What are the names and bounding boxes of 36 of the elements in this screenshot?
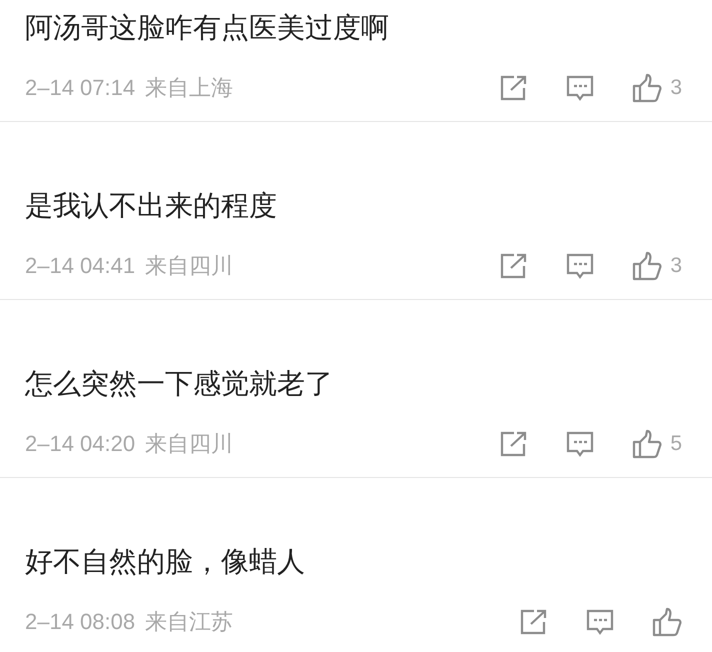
reply-button[interactable] — [586, 609, 614, 635]
comment-location: 来自上海 — [145, 75, 234, 103]
thumbs-up-icon — [652, 607, 682, 637]
share-button[interactable] — [520, 609, 548, 635]
share-button[interactable] — [500, 431, 528, 457]
comment-text: 是我认不出来的程度 — [25, 188, 278, 224]
comment-location: 来自江苏 — [145, 609, 234, 637]
reply-button[interactable] — [566, 75, 594, 101]
comment-location: 来自四川 — [145, 253, 234, 281]
thumbs-up-icon — [632, 73, 662, 103]
comment-icon — [566, 75, 594, 101]
share-icon — [500, 431, 528, 457]
comment-time: 2–14 04:41 — [25, 253, 136, 279]
comment-location: 来自四川 — [145, 431, 234, 459]
like-button[interactable]: 5 — [632, 429, 682, 459]
comment-icon — [566, 431, 594, 457]
reply-button[interactable] — [566, 431, 594, 457]
comment-icon — [566, 253, 594, 279]
comment-icon — [586, 609, 614, 635]
share-button[interactable] — [500, 75, 528, 101]
thumbs-up-icon — [632, 251, 662, 281]
share-icon — [500, 253, 528, 279]
comment-text: 阿汤哥这脸咋有点医美过度啊 — [25, 10, 390, 46]
comment-time: 2–14 04:20 — [25, 431, 136, 457]
comment-time: 2–14 07:14 — [25, 75, 136, 101]
comment-time: 2–14 08:08 — [25, 609, 136, 635]
like-button[interactable]: 3 — [632, 251, 682, 281]
like-button[interactable]: 3 — [632, 73, 682, 103]
comment-text: 好不自然的脸，像蜡人 — [25, 544, 306, 580]
share-icon — [500, 75, 528, 101]
share-icon — [520, 609, 548, 635]
comment-text: 怎么突然一下感觉就老了 — [25, 366, 334, 402]
thumbs-up-icon — [632, 429, 662, 459]
share-button[interactable] — [500, 253, 528, 279]
like-button[interactable] — [652, 607, 682, 637]
reply-button[interactable] — [566, 253, 594, 279]
